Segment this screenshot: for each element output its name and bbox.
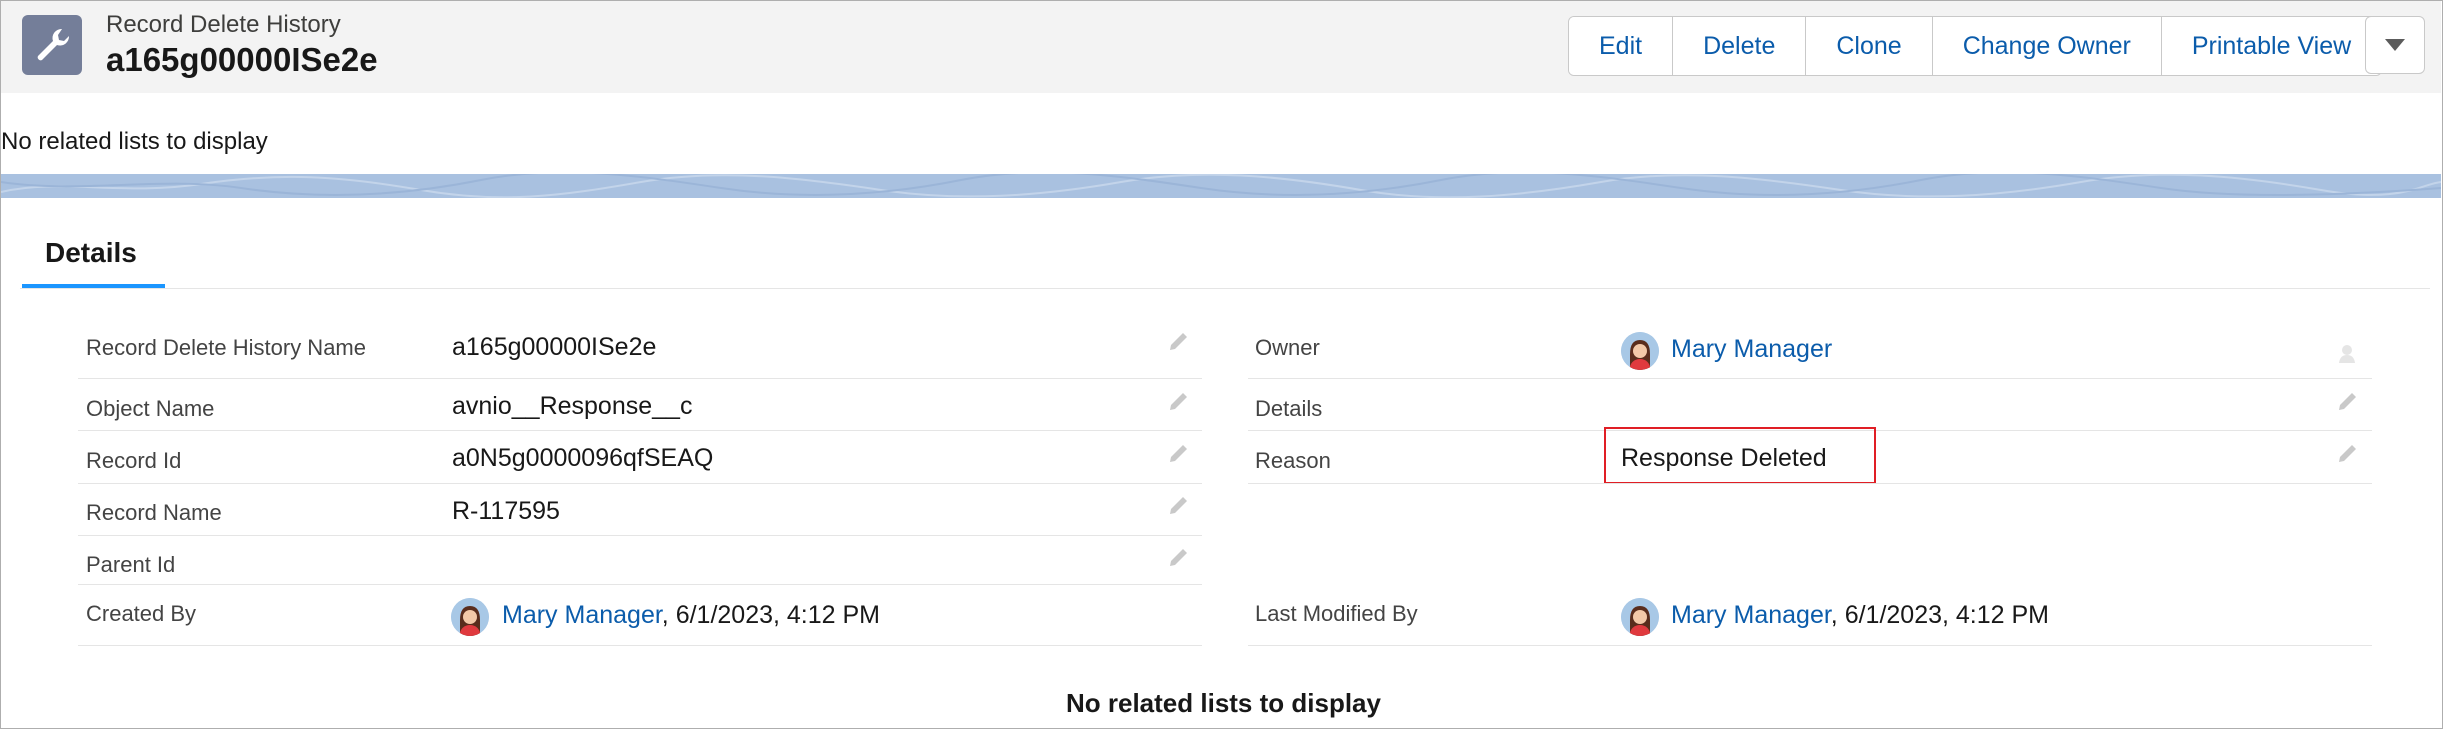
pencil-icon[interactable] (1167, 389, 1191, 413)
field-label-record-delete-history-name: Record Delete History Name (86, 335, 366, 360)
avatar (1621, 332, 1659, 370)
field-value-record-delete-history-name: a165g00000ISe2e (452, 333, 657, 361)
pencil-icon[interactable] (1167, 545, 1191, 569)
owner-user-link[interactable]: Mary Manager (1671, 335, 1832, 364)
created-by-date: , 6/1/2023, 4:12 PM (661, 601, 880, 629)
record-page (0, 0, 2443, 729)
clone-button[interactable]: Clone (1806, 17, 1933, 75)
field-divider (78, 483, 1202, 484)
action-button-group: Edit Delete Clone Change Owner Printable… (1568, 16, 2383, 76)
last-modified-by-user-link[interactable]: Mary Manager (1671, 601, 1831, 629)
pencil-icon[interactable] (2336, 441, 2360, 465)
change-owner-icon[interactable] (2337, 341, 2361, 365)
field-divider (78, 645, 1202, 646)
field-value-record-name: R-117595 (452, 497, 560, 525)
field-divider (1248, 378, 2372, 379)
last-modified-by-value: Mary Manager, 6/1/2023, 4:12 PM (1671, 601, 2049, 630)
field-value-record-id: a0N5g0000096qfSEAQ (452, 444, 714, 472)
chevron-down-icon (2385, 39, 2405, 51)
field-divider (78, 378, 1202, 379)
avatar (1621, 598, 1659, 636)
object-type-label: Record Delete History (106, 11, 341, 38)
field-divider (78, 535, 1202, 536)
field-label-reason: Reason (1255, 448, 1331, 473)
tab-divider (20, 288, 2430, 289)
field-label-object-name: Object Name (86, 396, 215, 421)
pencil-icon[interactable] (1167, 329, 1191, 353)
printable-view-button[interactable]: Printable View (2161, 17, 2382, 75)
no-related-lists-message: No related lists to display (1066, 688, 1381, 718)
field-divider (1248, 483, 2372, 484)
page-title: a165g00000ISe2e (106, 41, 378, 78)
field-label-record-id: Record Id (86, 448, 182, 473)
pencil-icon[interactable] (2336, 389, 2360, 413)
field-label-record-name: Record Name (86, 500, 222, 525)
created-by-user-link[interactable]: Mary Manager (502, 601, 662, 629)
avatar (451, 598, 489, 636)
field-label-last-modified-by: Last Modified By (1255, 601, 1418, 626)
field-label-details: Details (1255, 396, 1323, 421)
highlight-box (1604, 427, 1876, 484)
field-divider (78, 584, 1202, 585)
delete-button[interactable]: Delete (1673, 17, 1807, 75)
no-related-lists-message: No related lists to display (1, 128, 268, 155)
wrench-icon (22, 15, 82, 75)
change-owner-button[interactable]: Change Owner (1932, 17, 2162, 75)
field-label-owner: Owner (1255, 335, 1320, 360)
field-label-parent-id: Parent Id (86, 552, 176, 577)
field-value-object-name: avnio__Response__c (452, 392, 693, 420)
decorative-banner (1, 174, 2441, 198)
edit-button[interactable]: Edit (1569, 17, 1674, 75)
created-by-value: Mary Manager, 6/1/2023, 4:12 PM (502, 601, 880, 630)
tab-details[interactable]: Details (45, 237, 137, 269)
pencil-icon[interactable] (1167, 441, 1191, 465)
field-divider (1248, 645, 2372, 646)
more-actions-button[interactable] (2365, 16, 2425, 74)
pencil-icon[interactable] (1167, 493, 1191, 517)
last-modified-by-date: , 6/1/2023, 4:12 PM (1830, 601, 2049, 629)
field-label-created-by: Created By (86, 601, 197, 626)
field-divider (78, 430, 1202, 431)
